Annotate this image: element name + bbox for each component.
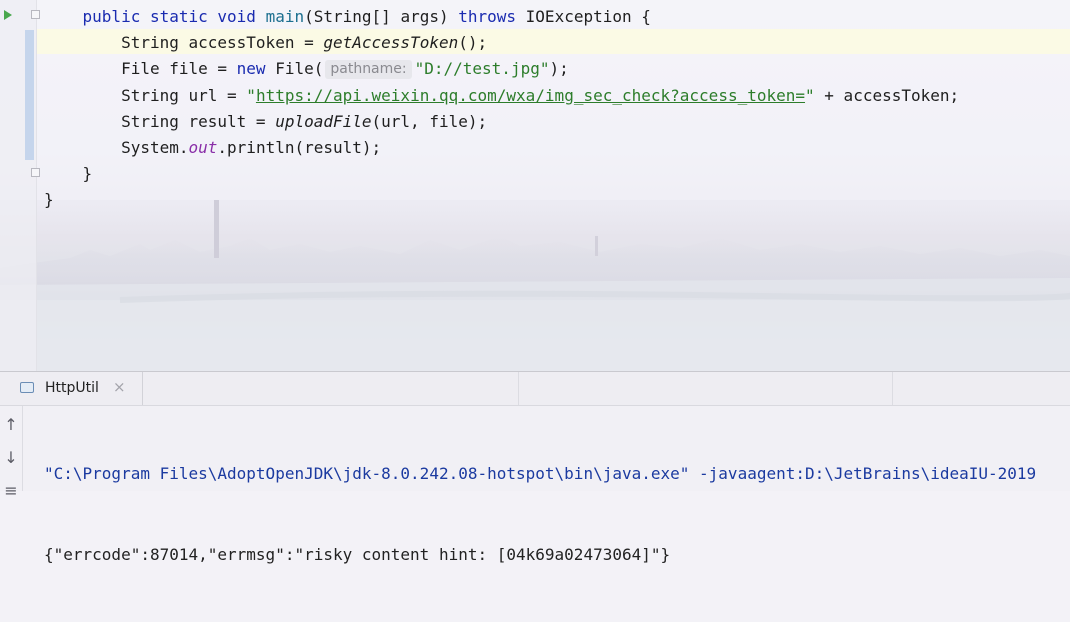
code-token: String result = [121,111,276,131]
console-command-line: "C:\Program Files\AdoptOpenJDK\jdk-8.0.2… [44,464,1037,483]
code-token: static [149,7,218,26]
code-token: " [805,85,815,105]
code-token: throws [458,7,517,26]
close-icon[interactable]: × [113,378,126,396]
url-link[interactable]: https://api.weixin.qq.com/wxa/img_sec_ch… [256,86,805,105]
tab-separator [518,372,519,405]
tab-separator [892,372,893,405]
console-output[interactable]: "C:\Program Files\AdoptOpenJDK\jdk-8.0.2… [44,406,1070,622]
editor-gutter[interactable] [0,0,40,371]
code-token: uploadFile [275,111,372,131]
code-line[interactable]: String result = uploadFile(url, file); [44,109,959,135]
code-line[interactable]: public static void main(String[] args) t… [44,4,959,30]
code-line[interactable]: String accessToken = getAccessToken(); [44,30,959,56]
fold-method-icon[interactable] [31,10,40,19]
console-result-line: {"errcode":87014,"errmsg":"risky content… [44,545,671,564]
code-token: public [82,7,150,26]
code-token: ); [549,59,569,79]
vcs-change-marker[interactable] [25,30,34,160]
code-token: File file = [121,59,237,79]
code-token: + accessToken; [814,85,960,105]
fold-end-icon[interactable] [31,168,40,177]
tab-label: HttpUtil [45,380,99,396]
code-token: String accessToken = [121,33,324,53]
code-token: } [44,190,54,210]
run-tab-bar: HttpUtil × [0,372,1070,406]
code-line[interactable]: } [44,187,959,213]
tab-httputil[interactable]: HttpUtil × [19,372,143,405]
code-token: IOException { [516,7,651,26]
code-editor[interactable]: public static void main(String[] args) t… [0,0,1070,371]
code-token: .println(result); [217,137,382,157]
run-tool-window: HttpUtil × ↑ ↓ ≡ "C:\Program Files\Adopt… [0,371,1070,564]
code-token: getAccessToken [323,33,459,53]
code-line[interactable]: } [44,161,959,187]
code-line[interactable]: File file = new File(pathname: "D://test.… [44,56,959,82]
run-gutter-icon[interactable] [4,10,12,20]
code-token: void [217,7,266,26]
code-token: } [82,164,93,184]
parameter-hint: pathname: [325,60,412,80]
code-token: out [188,137,218,157]
java-class-icon [20,382,34,393]
code-token: System. [121,137,189,157]
soft-wrap-icon[interactable]: ≡ [2,481,20,501]
code-token: main [265,7,305,26]
scroll-up-icon[interactable]: ↑ [2,415,20,435]
code-line[interactable]: System.out.println(result); [44,135,959,161]
code-line[interactable]: String url = "https://api.weixin.qq.com/… [44,83,959,109]
code-token: new [236,59,266,79]
code-token: " [246,85,256,105]
code-token: (String[] args) [304,7,459,26]
code-text[interactable]: public static void main(String[] args) t… [44,4,959,214]
code-token: String url = [121,85,247,105]
code-token: (); [458,33,488,53]
console-toolbar: ↑ ↓ ≡ [0,406,23,500]
code-token: File( [265,59,324,79]
code-token: (url, file); [371,111,488,131]
code-token: "D://test.jpg" [414,59,550,79]
scroll-down-icon[interactable]: ↓ [2,448,20,468]
